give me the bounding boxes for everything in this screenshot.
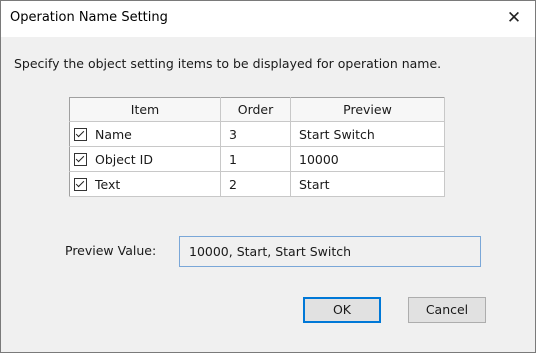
checkbox-icon[interactable] [74,127,87,141]
item-label: Object ID [95,151,153,167]
instruction-text: Specify the object setting items to be d… [14,56,442,71]
table-row: Name 3 Start Switch [69,121,445,147]
operation-name-dialog: Operation Name Setting ✕ Specify the obj… [0,0,536,353]
order-field[interactable]: 3 [220,121,291,147]
header-item: Item [69,97,221,122]
settings-table: Item Order Preview Name 3 Start Switch O… [69,97,445,197]
header-preview: Preview [290,97,445,122]
table-row: Object ID 1 10000 [69,146,445,172]
cancel-button[interactable]: Cancel [408,297,486,323]
item-cell: Text [69,171,221,197]
order-field[interactable]: 2 [220,171,291,197]
ok-button[interactable]: OK [303,297,381,323]
table-row: Text 2 Start [69,171,445,197]
order-field[interactable]: 1 [220,146,291,172]
item-cell: Object ID [69,146,221,172]
preview-value-label: Preview Value: [65,243,157,258]
table-header-row: Item Order Preview [69,97,445,122]
checkbox-icon[interactable] [74,177,87,191]
item-cell: Name [69,121,221,147]
title-bar: Operation Name Setting ✕ [1,1,535,37]
close-icon[interactable]: ✕ [503,6,525,30]
preview-cell: Start [290,171,445,197]
dialog-title: Operation Name Setting [10,10,168,25]
preview-value-field: 10000, Start, Start Switch [179,236,481,267]
preview-cell: 10000 [290,146,445,172]
item-label: Text [95,176,121,192]
item-label: Name [95,126,132,142]
checkbox-icon[interactable] [74,152,87,166]
header-order: Order [220,97,291,122]
preview-cell: Start Switch [290,121,445,147]
